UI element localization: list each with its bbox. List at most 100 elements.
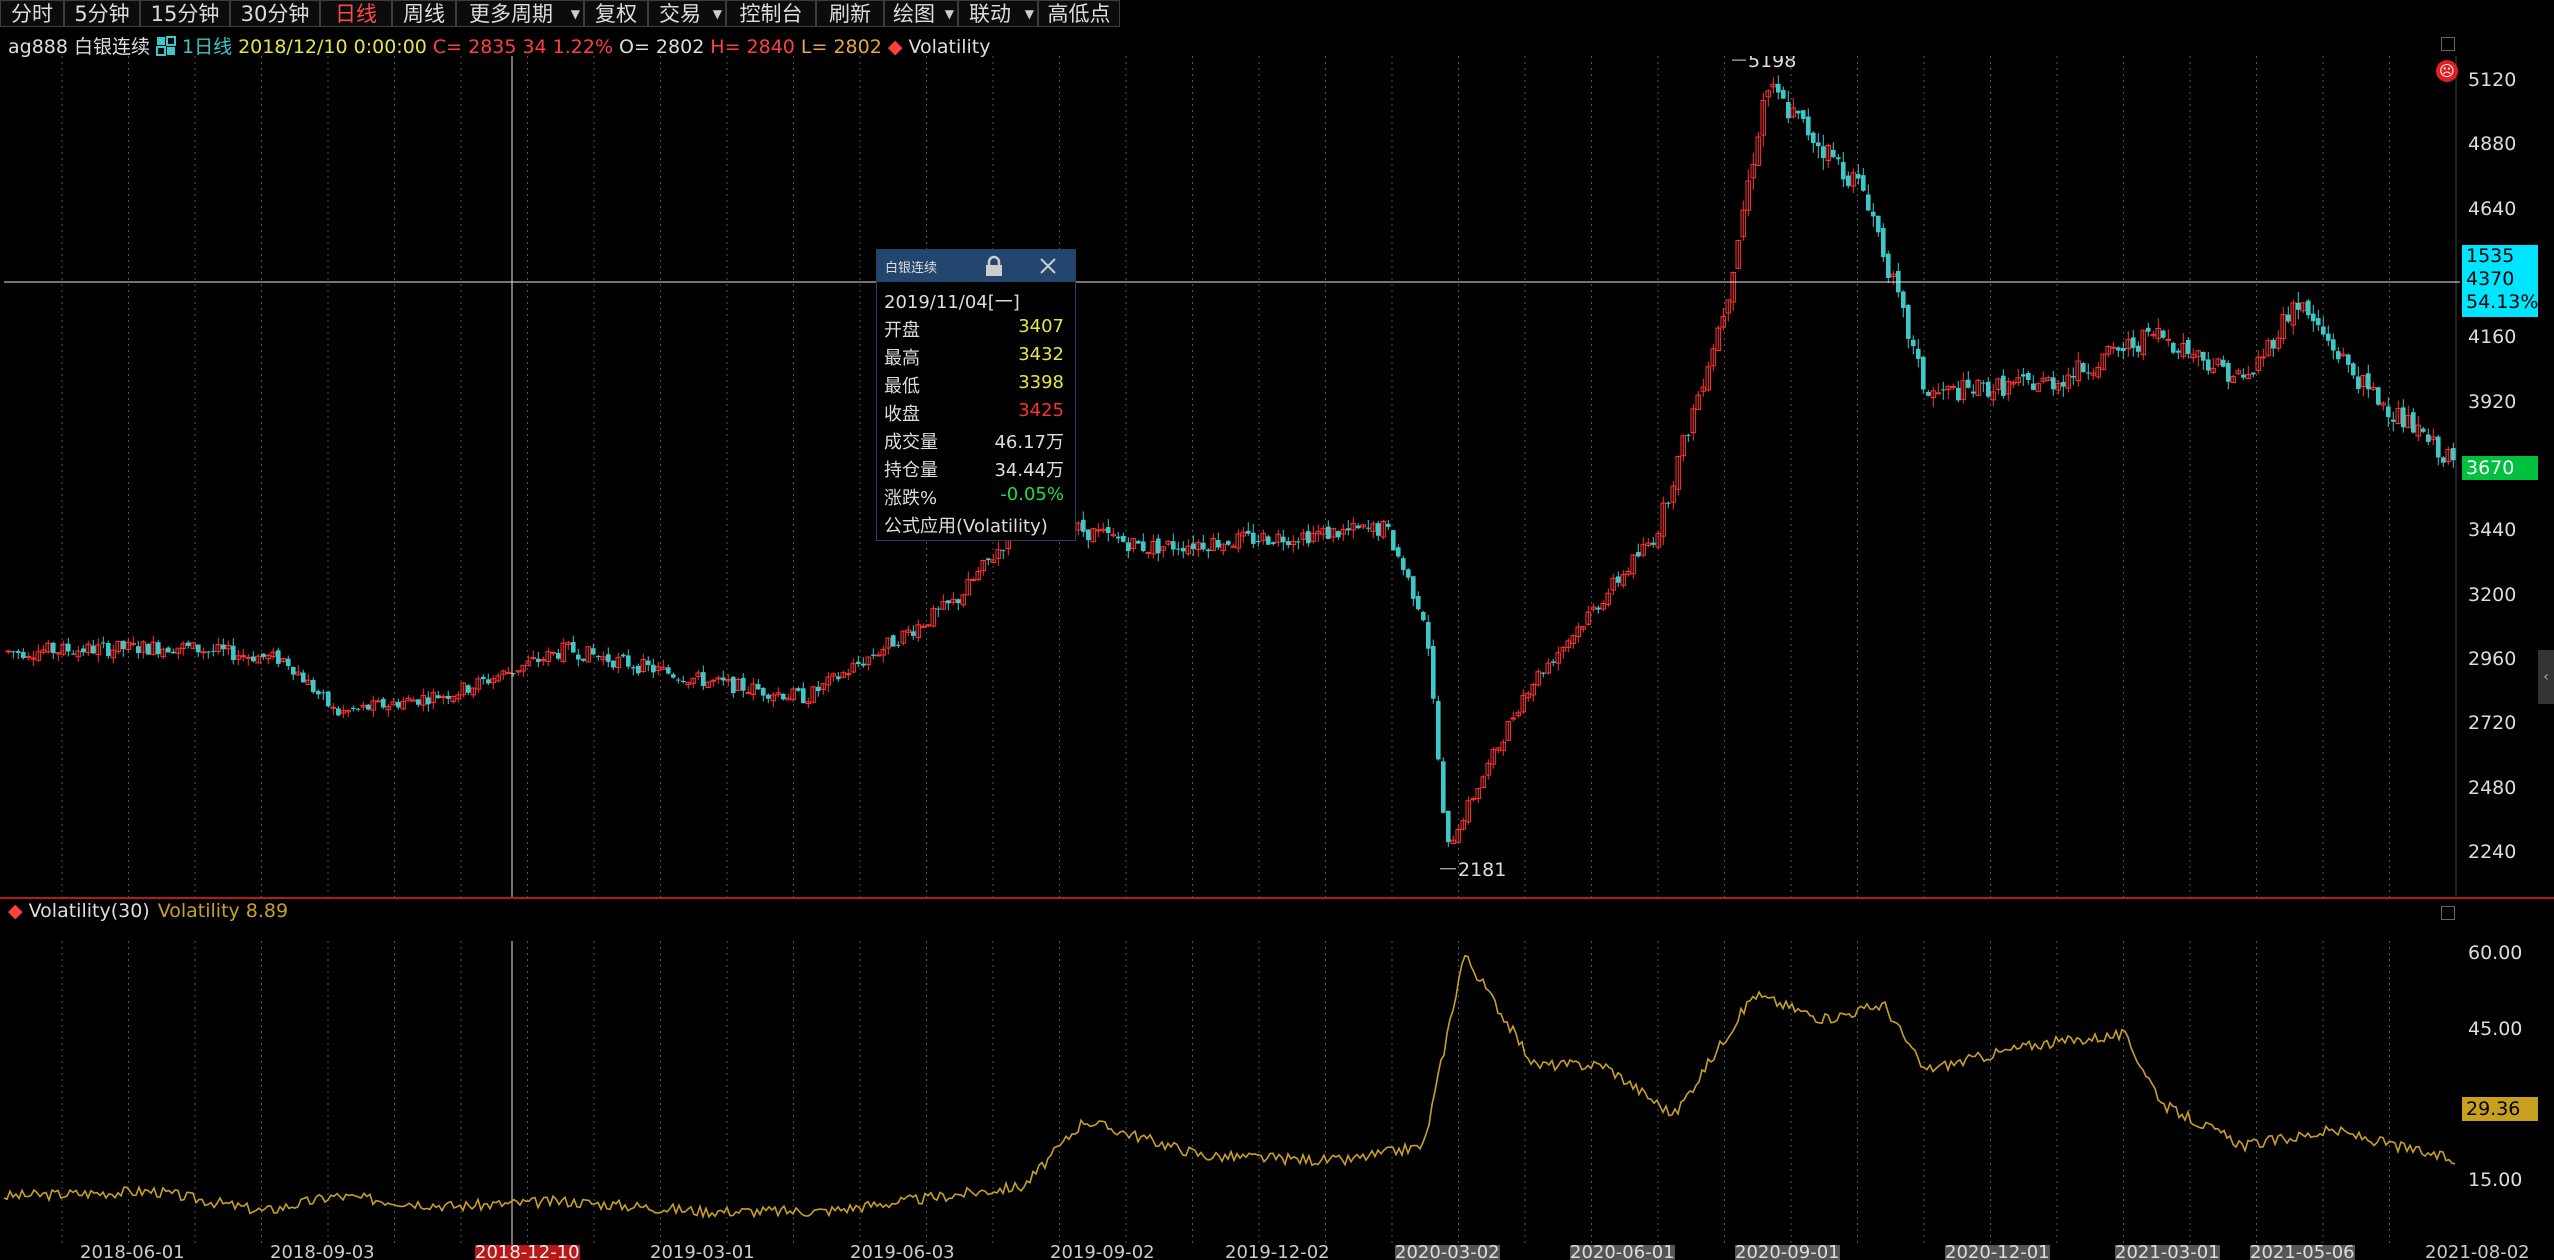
candle-body: [71, 653, 76, 655]
bar-info-tooltip[interactable]: 白银连续 2019/11/04[一] 开盘 3407 最高 3432 最低 3398 …: [876, 249, 1076, 541]
candle-body: [1426, 622, 1431, 649]
tooltip-row: 开盘 3407: [884, 316, 1070, 342]
candle-body: [1906, 305, 1911, 339]
date-axis-label: 2020-06-01: [1570, 1245, 1675, 1260]
candle-body: [2391, 419, 2396, 422]
candle-body: [2186, 339, 2191, 354]
candle-body: [206, 651, 211, 653]
price-chart-pane[interactable]: 5198 2181: [4, 50, 2460, 898]
candle-body: [2366, 373, 2371, 390]
period-5min-button[interactable]: 5分钟: [64, 0, 140, 27]
grid-icon[interactable]: [155, 36, 176, 56]
candle-body: [861, 663, 866, 666]
refresh-button[interactable]: 刷新: [816, 0, 884, 27]
candlestick-chart[interactable]: 5198 2181: [4, 50, 2460, 898]
candle-body: [426, 697, 431, 705]
date-axis: 2018-06-01 2018-09-03 2018-12-10 2019-03-01…: [0, 1245, 2554, 1260]
candle-body: [701, 672, 706, 687]
maximize-icon[interactable]: [2441, 906, 2455, 920]
tooltip-value: 3398: [1018, 372, 1064, 393]
tooltip-header[interactable]: 白银连续: [877, 250, 1075, 282]
high-low-button[interactable]: 高低点: [1038, 0, 1120, 27]
candle-body: [1376, 523, 1381, 536]
close-value: C= 2835: [432, 36, 517, 58]
candle-body: [231, 645, 236, 661]
candle-body: [2086, 372, 2091, 374]
pane-separator[interactable]: [0, 897, 2554, 899]
console-button[interactable]: 控制台: [726, 0, 816, 27]
date-axis-label: 2020-12-01: [1945, 1245, 2050, 1260]
collapse-side-panel-icon[interactable]: ‹: [2538, 650, 2554, 704]
candle-body: [676, 679, 681, 681]
trade-dropdown[interactable]: 交易 ▼: [648, 0, 726, 27]
candle-body: [946, 600, 951, 604]
more-periods-label: 更多周期: [469, 2, 553, 26]
candle-body: [596, 655, 601, 658]
candle-body: [1781, 89, 1786, 99]
candle-body: [1941, 389, 1946, 391]
candle-body: [1441, 761, 1446, 813]
candle-body: [2260, 356, 2267, 359]
link-dropdown[interactable]: 联动 ▼: [958, 0, 1038, 27]
link-label: 联动: [969, 2, 1011, 26]
price-axis-label: 5120: [2468, 69, 2517, 91]
candle-body: [2351, 363, 2356, 376]
adjust-button[interactable]: 复权: [584, 0, 648, 27]
caret-down-icon: ▼: [944, 7, 954, 21]
more-periods-dropdown[interactable]: 更多周期 ▼: [456, 0, 584, 27]
period-30min-button[interactable]: 30分钟: [230, 0, 320, 27]
price-axis-label: 3920: [2468, 390, 2517, 413]
bar-datetime: 2018/12/10 0:00:00: [238, 36, 427, 58]
maximize-icon[interactable]: [2441, 37, 2455, 51]
volatility-chart[interactable]: [3, 925, 2460, 1247]
volatility-title: ◆ Volatility(30) Volatility 8.89: [8, 900, 288, 922]
tooltip-date-row: 2019/11/04[一]: [884, 288, 1070, 314]
candle-body: [1776, 83, 1781, 93]
candle-body: [1551, 661, 1556, 663]
date-axis-label: 2018-09-03: [270, 1245, 375, 1260]
candle-body: [611, 660, 616, 668]
candle-body: [1786, 101, 1791, 119]
candle-body: [1796, 110, 1801, 114]
candle-body: [681, 680, 686, 683]
high-value: H= 2840: [710, 36, 795, 58]
candle-body: [1336, 531, 1341, 538]
candle-body: [311, 680, 316, 693]
candle-body: [16, 651, 21, 653]
price-axis-label: 4880: [2468, 133, 2517, 156]
candle-body: [356, 708, 361, 710]
volatility-pane[interactable]: [3, 925, 2460, 1247]
tooltip-row: 成交量 46.17万: [884, 428, 1070, 454]
period-15min-button[interactable]: 15分钟: [140, 0, 230, 27]
period-daily-button[interactable]: 日线: [320, 0, 392, 27]
alert-icon[interactable]: ☹: [2436, 60, 2458, 82]
candle-body: [101, 642, 106, 644]
candle-body: [1950, 385, 1957, 388]
candle-body: [710, 679, 717, 682]
candle-body: [2296, 302, 2301, 310]
candle-body: [1811, 132, 1816, 143]
candle-body: [1666, 502, 1671, 504]
candle-body: [631, 667, 636, 669]
candle-body: [1616, 576, 1621, 583]
tooltip-key: 收盘: [884, 404, 920, 425]
close-icon[interactable]: [1037, 255, 1059, 282]
candle-body: [1806, 116, 1811, 136]
candle-body: [146, 643, 151, 655]
draw-dropdown[interactable]: 绘图 ▼: [884, 0, 958, 27]
trade-label: 交易: [659, 2, 701, 26]
candle-body: [25, 656, 32, 659]
candle-body: [2171, 342, 2176, 353]
candle-body: [1876, 215, 1881, 233]
candle-body: [871, 654, 876, 656]
candle-body: [196, 644, 201, 653]
lock-icon[interactable]: [983, 255, 1005, 282]
volatility-axis-label: 15.00: [2468, 1169, 2523, 1191]
candle-body: [301, 672, 306, 683]
candle-body: [1191, 543, 1196, 550]
date-axis-label: 2019-09-02: [1050, 1245, 1155, 1260]
high-extreme-label: 5198: [1748, 56, 1796, 72]
period-weekly-button[interactable]: 周线: [392, 0, 456, 27]
tooltip-row: 最高 3432: [884, 344, 1070, 370]
period-tick-button[interactable]: 分时: [0, 0, 64, 27]
